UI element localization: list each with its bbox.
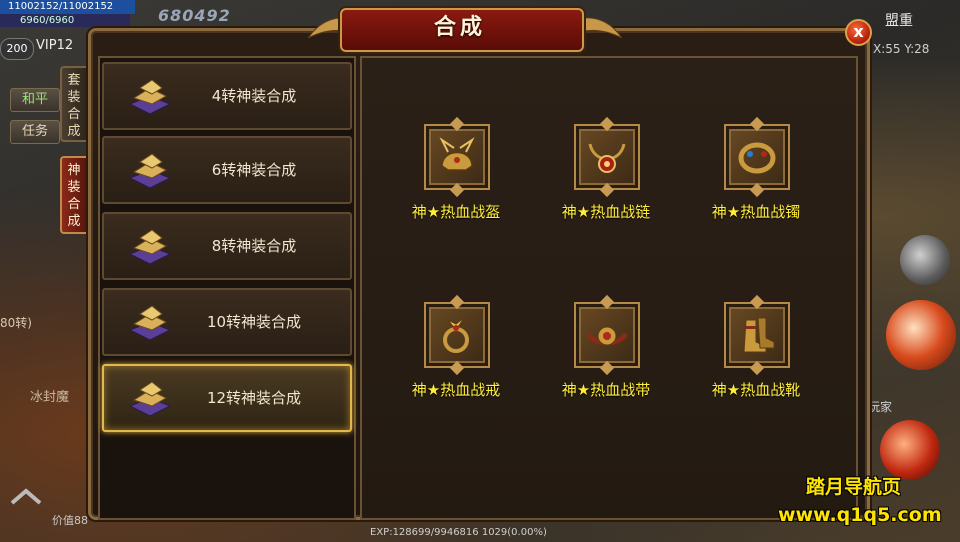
combat-score: 680492 bbox=[158, 6, 231, 25]
equipment-bundle-icon bbox=[128, 153, 172, 189]
belt-icon bbox=[585, 326, 629, 346]
equip-name: 神★热血战链 bbox=[561, 203, 651, 221]
equip-name: 神★热血战带 bbox=[561, 381, 651, 399]
list-item-tier-8[interactable]: 8转神装合成 bbox=[102, 212, 352, 280]
dialog-title: 合成 bbox=[433, 15, 486, 40]
list-item-tier-4[interactable]: 4转神装合成 bbox=[102, 62, 352, 130]
list-item-label: 12转神装合成 bbox=[206, 389, 302, 407]
vip-badge[interactable]: VIP12 bbox=[36, 38, 73, 53]
tab-divine-synthesis[interactable]: 神 装 合 成 bbox=[60, 156, 86, 234]
equip-slot-necklace[interactable] bbox=[574, 124, 640, 190]
tab-char: 套 bbox=[67, 73, 81, 88]
equip-slot-ring[interactable] bbox=[424, 302, 490, 368]
skill-orb-3[interactable] bbox=[880, 420, 940, 480]
equip-slot-boots[interactable] bbox=[724, 302, 790, 368]
equipment-bundle-icon bbox=[128, 229, 172, 265]
chat-fragment: 80转) bbox=[0, 316, 32, 330]
tab-char: 装 bbox=[67, 90, 81, 105]
chat-fragment-2: 冰封魔 bbox=[30, 390, 70, 405]
level-badge: 200 bbox=[0, 38, 34, 60]
task-button[interactable]: 任务 bbox=[10, 120, 60, 144]
pk-mode-button[interactable]: 和平 bbox=[10, 88, 60, 112]
equip-slot-belt[interactable] bbox=[574, 302, 640, 368]
value-text: 价值88 bbox=[52, 514, 88, 527]
list-item-label: 10转神装合成 bbox=[206, 313, 302, 331]
tab-char: 成 bbox=[67, 214, 81, 229]
list-item-tier-12[interactable]: 12转神装合成 bbox=[102, 364, 352, 432]
tab-char: 装 bbox=[67, 180, 81, 195]
bracelet-icon bbox=[738, 142, 776, 174]
helmet-icon bbox=[439, 137, 475, 171]
exp-text: EXP:128699/9946816 1029(0.00%) bbox=[370, 527, 547, 538]
tab-char: 成 bbox=[67, 124, 81, 139]
coordinates: X:55 Y:28 bbox=[873, 42, 930, 56]
ring-icon bbox=[443, 317, 469, 353]
equip-slot-helmet[interactable] bbox=[424, 124, 490, 190]
tab-suit-synthesis[interactable]: 套 装 合 成 bbox=[60, 66, 86, 142]
equip-name: 神★热血战靴 bbox=[711, 381, 801, 399]
equip-name: 神★热血战戒 bbox=[411, 381, 501, 399]
boots-icon bbox=[743, 317, 775, 353]
equipment-bundle-icon bbox=[128, 79, 172, 115]
equip-name: 神★热血战镯 bbox=[711, 203, 801, 221]
watermark-title: 踏月导航页 bbox=[806, 476, 902, 498]
close-button[interactable]: x bbox=[845, 19, 872, 46]
tab-char: 合 bbox=[67, 107, 81, 122]
skill-orb-2[interactable] bbox=[900, 235, 950, 285]
player-label[interactable]: 玩家 bbox=[868, 398, 892, 415]
chevron-up-icon[interactable] bbox=[8, 486, 44, 506]
list-item-label: 8转神装合成 bbox=[211, 237, 297, 255]
watermark-url: www.q1q5.com bbox=[778, 504, 942, 526]
equipment-bundle-icon bbox=[128, 305, 172, 341]
list-item-label: 4转神装合成 bbox=[211, 87, 297, 105]
equip-slot-bracelet[interactable] bbox=[724, 124, 790, 190]
list-item-tier-10[interactable]: 10转神装合成 bbox=[102, 288, 352, 356]
tab-char: 合 bbox=[67, 197, 81, 212]
list-item-label: 6转神装合成 bbox=[211, 161, 297, 179]
mp-bar: 6960/6960 bbox=[0, 14, 130, 27]
list-item-tier-6[interactable]: 6转神装合成 bbox=[102, 136, 352, 204]
necklace-icon bbox=[588, 143, 626, 173]
skill-orb[interactable] bbox=[886, 300, 956, 370]
hp-bar: 11002152/11002152 bbox=[0, 0, 135, 14]
equipment-bundle-icon bbox=[128, 381, 172, 417]
equip-name: 神★热血战盔 bbox=[411, 203, 501, 221]
title-ornament-right bbox=[580, 17, 623, 39]
tab-char: 神 bbox=[67, 163, 81, 178]
map-name: 盟重 bbox=[885, 13, 913, 29]
